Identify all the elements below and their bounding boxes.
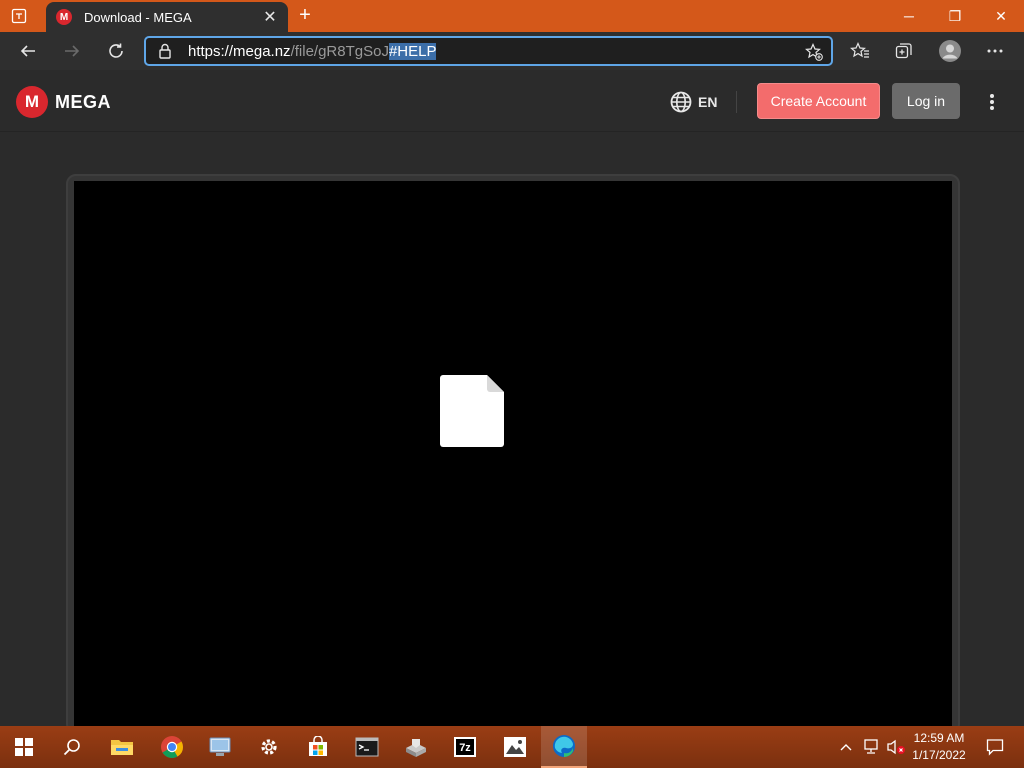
- settings-icon[interactable]: [246, 726, 292, 768]
- browser-titlebar: M Download - MEGA ✕ + ─ ❐ ✕: [0, 0, 1024, 32]
- edge-icon[interactable]: [541, 726, 587, 768]
- language-label: EN: [698, 94, 718, 110]
- minimize-button[interactable]: ─: [886, 0, 932, 32]
- close-window-button[interactable]: ✕: [978, 0, 1024, 32]
- more-menu-icon[interactable]: [980, 36, 1010, 66]
- remote-desktop-icon[interactable]: [197, 726, 243, 768]
- svg-text:7z: 7z: [459, 742, 471, 754]
- browser-toolbar: https://mega.nz/file/gR8TgSoJ#HELP: [0, 32, 1024, 70]
- mega-wordmark[interactable]: MEGA: [55, 92, 111, 113]
- chrome-icon[interactable]: [149, 726, 195, 768]
- mega-favicon-icon: M: [56, 9, 72, 25]
- globe-icon: [670, 91, 692, 113]
- start-icon[interactable]: [1, 726, 47, 768]
- add-favorite-icon[interactable]: [805, 43, 823, 66]
- mega-logo-icon[interactable]: M: [16, 86, 48, 118]
- tab-mega-download[interactable]: M Download - MEGA ✕: [46, 2, 288, 32]
- network-icon[interactable]: [858, 726, 884, 768]
- volume-muted-icon[interactable]: [884, 726, 908, 768]
- system-clock[interactable]: 12:59 AM 1/17/2022: [908, 730, 970, 764]
- lock-icon[interactable]: [158, 43, 172, 64]
- tab-title: Download - MEGA: [84, 9, 192, 25]
- terminal-icon[interactable]: [344, 726, 390, 768]
- mega-menu-icon[interactable]: [984, 90, 1000, 114]
- show-hidden-icons-icon[interactable]: [834, 726, 858, 768]
- 7zip-icon[interactable]: 7z: [442, 726, 488, 768]
- login-button[interactable]: Log in: [892, 83, 960, 119]
- restore-button[interactable]: ❐: [932, 0, 978, 32]
- create-account-button[interactable]: Create Account: [757, 83, 880, 119]
- profile-avatar-icon[interactable]: [935, 36, 965, 66]
- tab-actions-icon[interactable]: [8, 6, 30, 26]
- file-preview-area: [74, 181, 952, 727]
- header-divider: [736, 91, 737, 113]
- close-tab-icon[interactable]: ✕: [262, 7, 278, 27]
- address-bar[interactable]: https://mega.nz/file/gR8TgSoJ#HELP: [144, 36, 833, 66]
- language-selector[interactable]: EN: [670, 90, 717, 114]
- mega-header: M MEGA EN Create Account Log in: [0, 70, 1024, 132]
- app-installer-icon[interactable]: [393, 726, 439, 768]
- store-icon[interactable]: [295, 726, 341, 768]
- photos-icon[interactable]: [492, 726, 538, 768]
- url-text[interactable]: https://mega.nz/file/gR8TgSoJ#HELP: [188, 42, 437, 60]
- back-button[interactable]: [13, 36, 43, 66]
- refresh-button[interactable]: [101, 36, 131, 66]
- favorites-icon[interactable]: [845, 36, 875, 66]
- windows-taskbar: 7z 12:59 AM 1/17/2022: [0, 726, 1024, 768]
- clock-date: 1/17/2022: [912, 748, 966, 762]
- collections-icon[interactable]: [889, 36, 919, 66]
- new-tab-button[interactable]: +: [294, 5, 316, 27]
- notifications-icon[interactable]: [972, 726, 1018, 768]
- file-explorer-icon[interactable]: [99, 726, 145, 768]
- generic-file-icon: [440, 375, 504, 447]
- search-icon[interactable]: [49, 726, 95, 768]
- forward-button[interactable]: [57, 36, 87, 66]
- clock-time: 12:59 AM: [913, 731, 965, 745]
